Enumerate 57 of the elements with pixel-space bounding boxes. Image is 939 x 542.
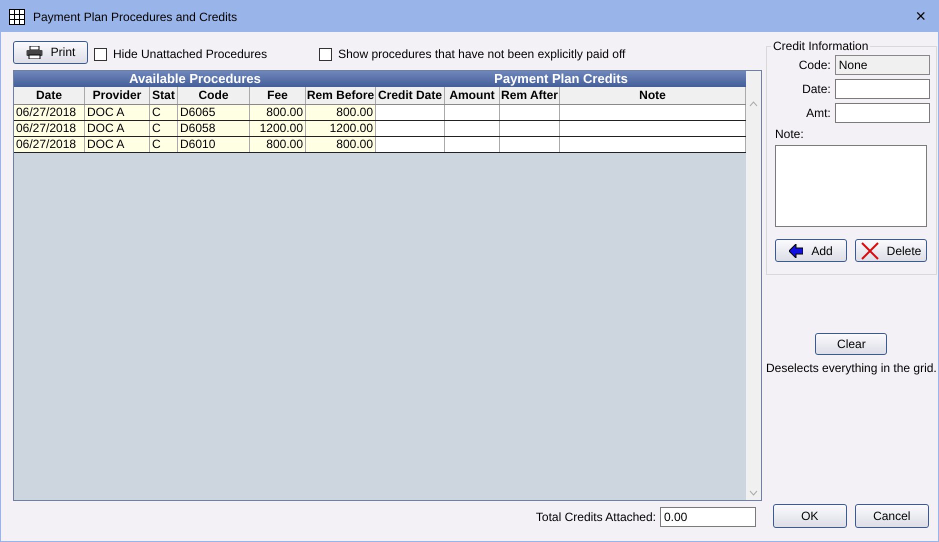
table-cell: 06/27/2018 <box>14 105 85 120</box>
band-header: Available Procedures <box>128 71 262 87</box>
table-cell: 800.00 <box>306 137 376 152</box>
printer-icon <box>26 46 43 58</box>
table-cell: D6058 <box>178 121 250 136</box>
column-header[interactable]: Provider <box>85 87 150 104</box>
date-field[interactable] <box>834 79 930 99</box>
cross-icon <box>860 242 879 260</box>
column-header[interactable]: Amount <box>445 87 500 104</box>
add-button[interactable]: Add <box>775 239 847 262</box>
table-cell: DOC A <box>85 137 150 152</box>
code-field[interactable]: None <box>834 55 930 75</box>
table-cell: 800.00 <box>250 105 306 120</box>
delete-button[interactable]: Delete <box>855 239 927 262</box>
cancel-button[interactable]: Cancel <box>854 504 929 528</box>
print-button[interactable]: Print <box>13 40 88 64</box>
amount-field[interactable] <box>834 103 930 123</box>
field-label: Date: <box>802 82 831 96</box>
column-header[interactable]: Date <box>14 87 85 104</box>
table-cell: 1200.00 <box>250 121 306 136</box>
column-header[interactable]: Fee <box>250 87 306 104</box>
table-cell: 800.00 <box>250 137 306 152</box>
clear-hint: Deselects everything in the grid. <box>766 361 937 375</box>
table-cell: C <box>150 121 178 136</box>
table-cell: D6065 <box>178 105 250 120</box>
close-button[interactable]: × <box>911 6 930 27</box>
column-header[interactable]: Credit Date <box>376 87 445 104</box>
window-title: Payment Plan Procedures and Credits <box>33 10 238 24</box>
table-cell: 06/27/2018 <box>14 137 85 152</box>
grid-icon <box>9 8 25 24</box>
checkbox[interactable] <box>319 48 332 60</box>
checkbox-label: Show procedures that have not been explicitly paid off <box>338 47 626 61</box>
clear-button[interactable]: Clear <box>815 333 888 355</box>
column-header[interactable]: Rem Before <box>306 87 376 104</box>
total-label: Total Credits Attached: <box>536 510 656 524</box>
column-header[interactable]: Rem After <box>500 87 560 104</box>
column-header[interactable]: Stat <box>150 87 178 104</box>
field-label: Amt: <box>806 106 831 120</box>
table-cell: 1200.00 <box>306 121 376 136</box>
arrow-left-icon <box>789 244 804 258</box>
band-header: Payment Plan Credits <box>493 71 629 87</box>
table-cell: DOC A <box>85 121 150 136</box>
table-cell: D6010 <box>178 137 250 152</box>
checkbox[interactable] <box>94 48 107 60</box>
table-cell: 800.00 <box>306 105 376 120</box>
field-label: Note: <box>775 127 805 141</box>
group-title: Credit Information <box>772 39 870 53</box>
total-field[interactable]: 0.00 <box>660 507 756 527</box>
table-cell: 06/27/2018 <box>14 121 85 136</box>
ok-button[interactable]: OK <box>772 504 847 528</box>
field-label: Code: <box>798 58 831 72</box>
table-cell: C <box>150 105 178 120</box>
table-cell: C <box>150 137 178 152</box>
column-header[interactable]: Code <box>178 87 250 104</box>
checkbox-label: Hide Unattached Procedures <box>113 47 268 61</box>
table-cell: DOC A <box>85 105 150 120</box>
note-field[interactable] <box>775 145 927 227</box>
